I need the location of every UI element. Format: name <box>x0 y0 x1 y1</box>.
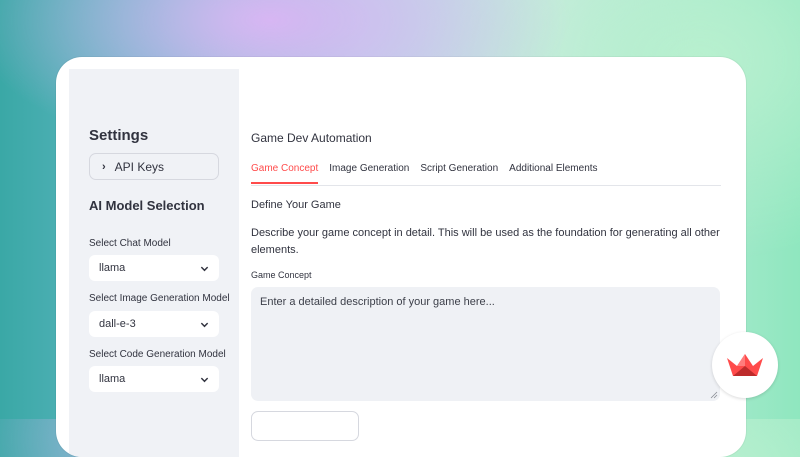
chevron-down-icon <box>200 322 209 327</box>
page-title: Game Dev Automation <box>251 131 372 145</box>
chat-model-select[interactable]: llama <box>89 255 219 281</box>
code-model-select[interactable]: llama <box>89 366 219 392</box>
model-section-title: AI Model Selection <box>89 198 205 213</box>
api-keys-expander[interactable]: › API Keys <box>89 153 219 180</box>
description-text: Describe your game concept in detail. Th… <box>251 227 720 256</box>
resize-grip-icon[interactable] <box>710 391 718 399</box>
chat-model-label: Select Chat Model <box>89 238 171 249</box>
chat-model-value: llama <box>99 262 126 274</box>
app-window: Settings › API Keys AI Model Selection S… <box>56 57 746 457</box>
chevron-right-icon: › <box>102 160 106 173</box>
tab-bar: Game Concept Image Generation Script Gen… <box>251 161 721 186</box>
generate-button[interactable] <box>251 411 359 441</box>
api-keys-label: API Keys <box>114 159 165 174</box>
tab-script-generation[interactable]: Script Generation <box>420 161 498 184</box>
main-content: Game Dev Automation Game Concept Image G… <box>239 57 746 457</box>
code-model-value: llama <box>99 373 126 385</box>
sidebar: Settings › API Keys AI Model Selection S… <box>69 69 239 457</box>
code-model-label: Select Code Generation Model <box>89 349 226 360</box>
tab-image-generation[interactable]: Image Generation <box>329 161 409 184</box>
section-title: Define Your Game <box>251 199 341 211</box>
chevron-down-icon <box>200 266 209 271</box>
streamlit-crown-icon <box>727 354 763 376</box>
settings-title: Settings <box>89 127 149 144</box>
image-model-label: Select Image Generation Model <box>89 293 230 304</box>
streamlit-logo-badge <box>712 332 778 398</box>
tab-game-concept[interactable]: Game Concept <box>251 161 319 184</box>
image-model-select[interactable]: dall-e-3 <box>89 311 219 337</box>
tab-additional-elements[interactable]: Additional Elements <box>509 161 597 184</box>
chevron-down-icon <box>200 377 209 382</box>
game-concept-textarea[interactable] <box>251 287 720 401</box>
image-model-value: dall-e-3 <box>99 318 136 330</box>
game-concept-label: Game Concept <box>251 270 312 280</box>
